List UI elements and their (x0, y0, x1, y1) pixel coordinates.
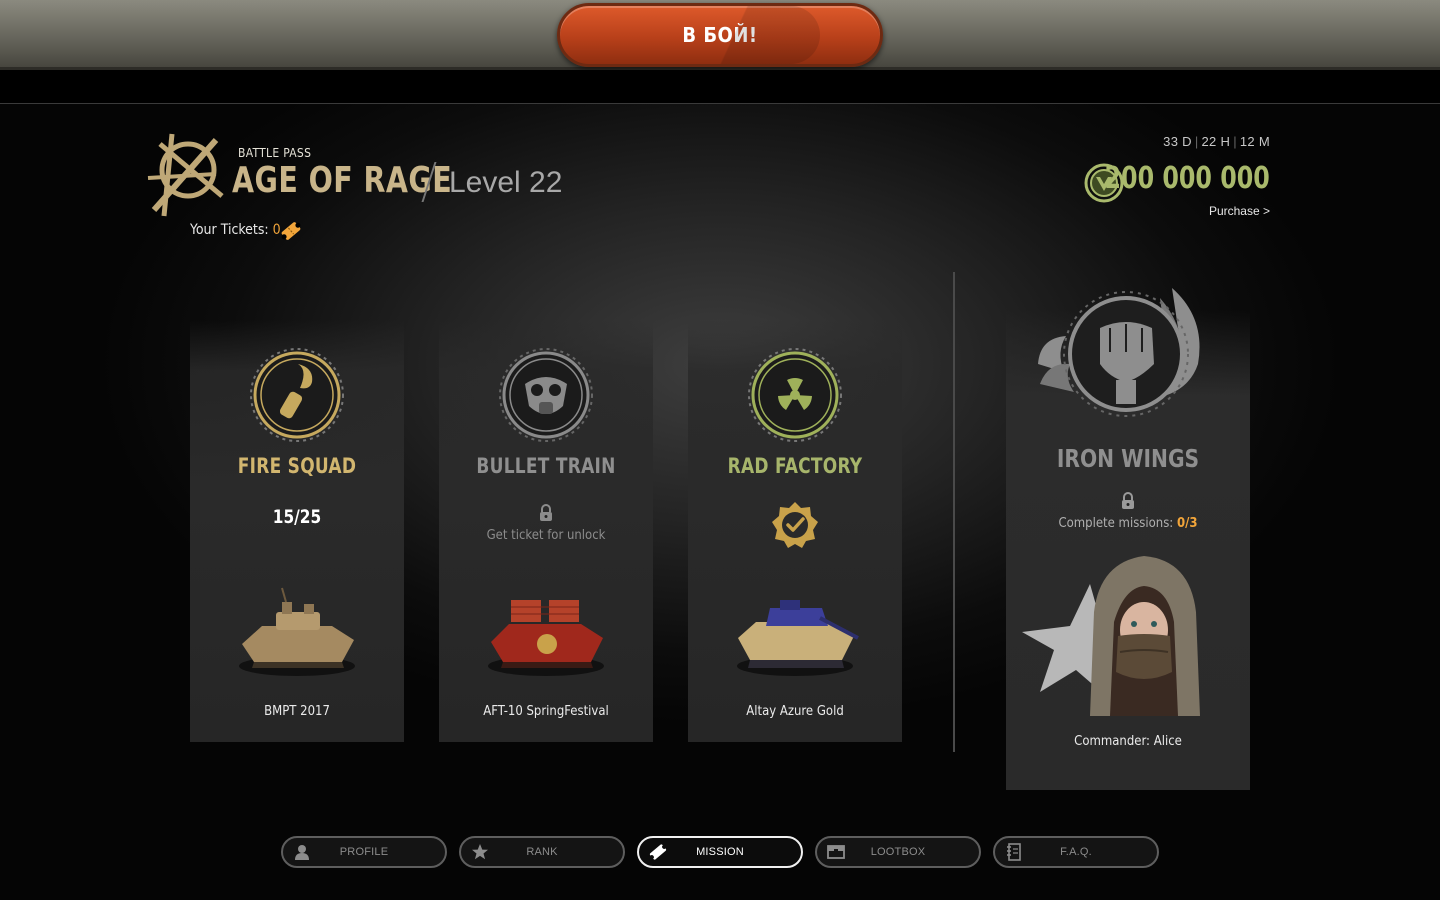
mission-card-bullet-train[interactable]: BULLET TRAIN Get ticket for unlock AFT-1… (439, 320, 653, 742)
molotov-emblem-icon (250, 348, 344, 442)
missions-progress: Complete missions: 0/3 (1006, 516, 1250, 531)
tickets-label: Your Tickets: (190, 222, 273, 238)
timer-days: 33 D (1163, 134, 1192, 149)
special-title: IRON WINGS (1056, 444, 1200, 473)
season-title: AGE OF RAGE (232, 160, 453, 201)
age-of-rage-logo-icon (147, 133, 224, 217)
nav-mission-button[interactable]: MISSION (637, 836, 803, 868)
nav-rank-button[interactable]: RANK (459, 836, 625, 868)
missions-value: 0/3 (1176, 516, 1198, 531)
timer-minutes: 12 M (1239, 134, 1270, 149)
winged-fist-emblem-icon (1038, 288, 1200, 417)
vehicle-name: BMPT 2017 (264, 704, 330, 719)
lock-icon (540, 504, 552, 521)
season-timer: 33 D | 22 H | 12 M (1163, 134, 1270, 149)
lock-icon (1122, 492, 1134, 509)
battle-pass-label: BATTLE PASS (238, 146, 312, 160)
mission-card-fire-squad[interactable]: FIRE SQUAD 15/25 BMPT 2017 (190, 320, 404, 742)
section-divider (953, 272, 955, 752)
reward-name: Commander: Alice (1074, 734, 1182, 749)
mission-title: FIRE SQUAD (237, 454, 357, 478)
vehicle-altay-azure-gold-image (737, 600, 859, 676)
vehicle-name: Altay Azure Gold (746, 704, 844, 719)
vehicle-aft-10-image (488, 600, 604, 676)
nav-label: PROFILE (339, 846, 389, 858)
ticket-icon (281, 222, 301, 240)
nav-lootbox-button[interactable]: LOOTBOX (815, 836, 981, 868)
vehicle-name: AFT-10 SpringFestival (483, 704, 609, 719)
nav-label: LOOTBOX (870, 846, 926, 858)
nav-faq-button[interactable]: F.A.Q. (993, 836, 1159, 868)
nav-label: RANK (526, 846, 558, 858)
mission-title: BULLET TRAIN (476, 454, 616, 478)
nav-profile-button[interactable]: PROFILE (281, 836, 447, 868)
purchase-link[interactable]: Purchase > (1209, 204, 1270, 218)
missions-label: Complete missions: (1058, 516, 1177, 531)
mission-progress: 15/25 (272, 506, 322, 528)
gas-mask-emblem-icon (499, 348, 593, 442)
level-indicator: Level 22 (449, 166, 563, 199)
top-bar: В БОЙ! (0, 0, 1440, 70)
nav-label: F.A.Q. (1060, 846, 1092, 858)
to-battle-button[interactable]: В БОЙ! (557, 3, 883, 67)
tickets-counter: Your Tickets: 0 (190, 222, 281, 238)
unlock-hint: Get ticket for unlock (486, 528, 606, 543)
mission-card-rad-factory[interactable]: RAD FACTORY Altay Azure Gold (688, 320, 902, 742)
vehicle-bmpt-2017-image (239, 587, 355, 676)
timer-hours: 22 H (1201, 134, 1231, 149)
mission-title: RAD FACTORY (727, 454, 863, 478)
nav-label: MISSION (696, 846, 744, 858)
currency-amount: 200 000 000 (1104, 161, 1270, 196)
completed-check-icon (772, 502, 818, 548)
radiation-emblem-icon (748, 348, 842, 442)
commander-alice-portrait (1090, 556, 1200, 716)
